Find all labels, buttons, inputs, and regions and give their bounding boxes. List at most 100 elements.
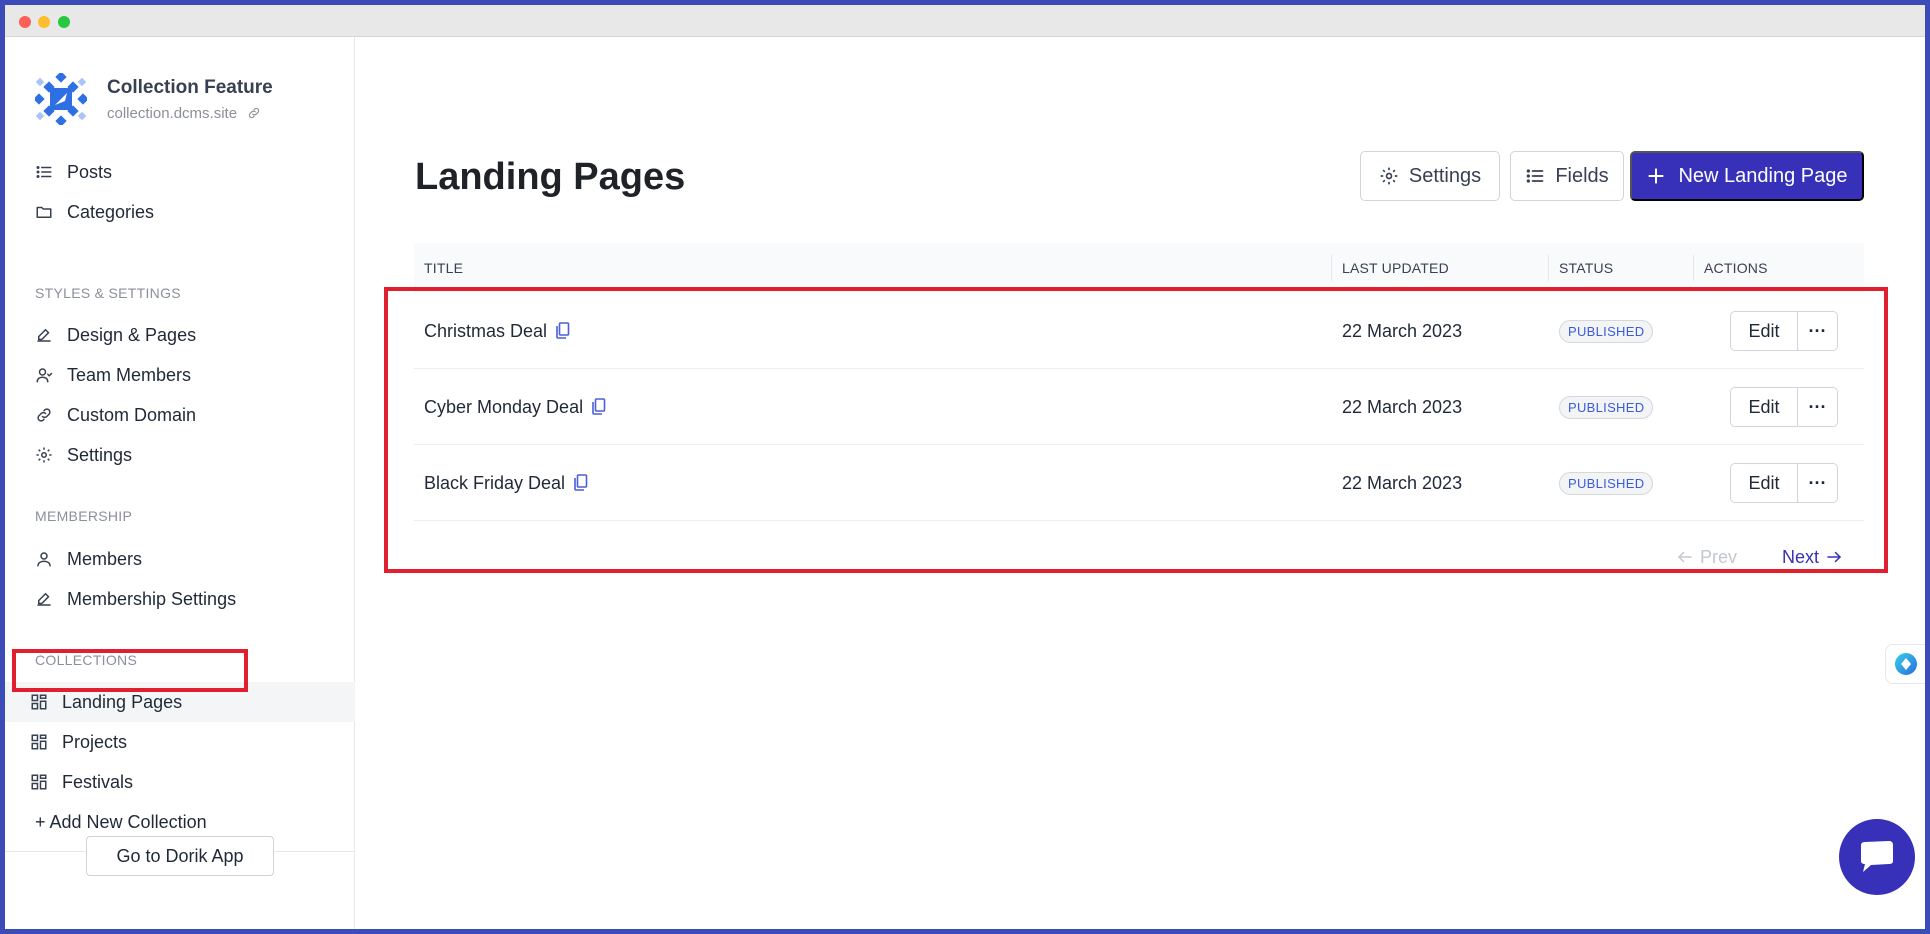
copy-icon[interactable] [555,322,571,340]
row-title-cell[interactable]: Cyber Monday Deal [424,369,607,445]
row-title[interactable]: Black Friday Deal [424,473,565,494]
folder-icon [36,206,52,218]
row-last-updated: 22 March 2023 [1342,396,1463,417]
column-divider [1331,255,1332,281]
sidebar-item-design-pages[interactable]: Design & Pages [5,315,355,355]
row-title-cell[interactable]: Black Friday Deal [424,445,589,521]
pen-icon [37,328,51,342]
sidebar-item-label: Landing Pages [62,691,183,712]
edit-button[interactable]: Edit [1730,311,1798,351]
sidebar-item-label: Categories [67,201,155,222]
copy-icon[interactable] [591,398,607,416]
sidebar-item-label: Membership Settings [67,588,237,609]
sidebar-item-posts[interactable]: Posts [5,152,355,192]
chat-icon [1861,841,1893,872]
sidebar-item-projects[interactable]: Projects [5,722,355,762]
sidebar-item-festivals[interactable]: Festivals [5,762,355,802]
next-page-label: Next [1782,546,1820,567]
section-label-collections: COLLECTIONS [35,652,138,668]
row-actions: Edit ··· [1730,387,1838,427]
prev-page-button[interactable]: Prev [1670,542,1737,572]
sidebar-item-landing-pages[interactable]: Landing Pages [5,682,355,722]
table-row: Black Friday Deal 22 March 2023 PUBLISHE… [414,445,1864,521]
row-title[interactable]: Christmas Deal [424,321,547,342]
row-last-updated: 22 March 2023 [1342,472,1463,493]
user-group-icon [36,368,53,383]
sidebar: Collection Feature collection.dcms.site … [5,37,355,929]
sidebar-item-label: Festivals [62,771,134,792]
assistant-widget[interactable] [1885,644,1925,684]
close-window-button[interactable] [19,16,31,28]
table-row: Christmas Deal 22 March 2023 PUBLISHED E… [414,293,1864,369]
sidebar-item-label: Team Members [67,364,192,385]
sidebar-item-membership-settings[interactable]: Membership Settings [5,579,355,619]
title-bar [5,5,1925,37]
sidebar-item-label: Design & Pages [67,324,197,345]
main-content: Landing Pages Settings Fields New Landin… [355,37,1925,929]
settings-button[interactable]: Settings [1360,151,1500,201]
minimize-window-button[interactable] [38,16,50,28]
section-label-membership: MEMBERSHIP [35,508,133,524]
row-actions: Edit ··· [1730,463,1838,503]
gear-icon [1380,167,1398,185]
brand-logo-icon [35,73,87,125]
table-header: TITLE LAST UPDATED STATUS ACTIONS [414,243,1864,293]
status-badge: PUBLISHED [1559,319,1654,343]
link-icon[interactable] [247,106,261,120]
sidebar-item-label: Projects [62,731,128,752]
copy-icon[interactable] [573,474,589,492]
next-page-button[interactable]: Next [1782,542,1849,572]
sidebar-item-team-members[interactable]: Team Members [5,355,355,395]
prev-page-label: Prev [1700,546,1738,567]
user-icon [37,552,51,567]
column-header-title: TITLE [424,260,464,276]
settings-button-label: Settings [1408,164,1482,187]
fields-button-label: Fields [1555,164,1609,187]
app-window: Collection Feature collection.dcms.site … [5,5,1925,929]
go-to-dorik-app-button[interactable]: Go to Dorik App [86,836,274,876]
site-url[interactable]: collection.dcms.site [107,105,273,122]
column-divider [1693,255,1694,281]
list-icon [1526,169,1544,183]
fields-button[interactable]: Fields [1510,151,1624,201]
chat-button[interactable] [1839,819,1915,895]
list-icon [36,166,52,178]
arrow-left-icon [1677,551,1692,563]
table-row: Cyber Monday Deal 22 March 2023 PUBLISHE… [414,369,1864,445]
row-last-updated: 22 March 2023 [1342,320,1463,341]
sidebar-item-members[interactable]: Members [5,539,355,579]
status-badge: PUBLISHED [1559,395,1654,419]
sidebar-item-label: Settings [67,444,133,465]
link-icon [37,408,51,422]
assistant-icon [1894,653,1917,675]
gear-icon [36,447,52,463]
maximize-window-button[interactable] [58,16,70,28]
more-options-button[interactable]: ··· [1798,463,1838,503]
grid-icon [31,694,47,710]
row-status-cell: PUBLISHED [1559,369,1654,445]
column-divider [1548,255,1549,281]
row-status-cell: PUBLISHED [1559,293,1654,369]
sidebar-item-custom-domain[interactable]: Custom Domain [5,395,355,435]
sidebar-item-label: Posts [67,161,113,182]
column-header-status: STATUS [1559,260,1614,276]
sidebar-item-settings[interactable]: Settings [5,435,355,475]
add-new-collection-label[interactable]: + Add New Collection [35,812,207,833]
row-actions: Edit ··· [1730,311,1838,351]
column-header-actions: ACTIONS [1704,260,1768,276]
site-url-text[interactable]: collection.dcms.site [107,105,237,122]
sidebar-item-categories[interactable]: Categories [5,192,355,232]
more-options-button[interactable]: ··· [1798,311,1838,351]
more-options-button[interactable]: ··· [1798,387,1838,427]
grid-icon [31,774,47,790]
new-landing-page-button[interactable]: New Landing Page [1630,151,1864,201]
column-header-last-updated: LAST UPDATED [1342,260,1449,276]
grid-icon [31,734,47,750]
plus-icon [1648,168,1665,184]
row-title[interactable]: Cyber Monday Deal [424,397,583,418]
row-title-cell[interactable]: Christmas Deal [424,293,571,369]
page-title: Landing Pages [415,156,686,198]
sidebar-item-label: Custom Domain [67,404,197,425]
edit-button[interactable]: Edit [1730,387,1798,427]
edit-button[interactable]: Edit [1730,463,1798,503]
